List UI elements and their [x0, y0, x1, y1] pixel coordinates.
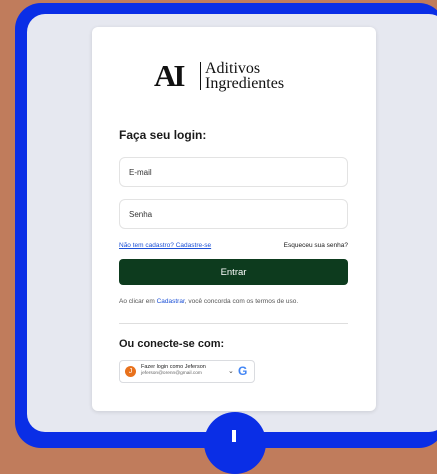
brand-mark: AI [154, 58, 186, 93]
forgot-password-link[interactable]: Esqueceu sua senha? [284, 242, 348, 249]
login-title: Faça seu login: [119, 128, 207, 142]
login-card: AI Aditivos Ingredientes Faça seu login:… [92, 27, 376, 411]
brand-name-line1: Aditivos [205, 60, 261, 77]
brand-divider [200, 62, 201, 90]
avatar: J [125, 366, 136, 377]
google-account-name: Fazer login como Jeferson [141, 364, 206, 370]
brand-name-line2: Ingredientes [205, 75, 285, 92]
social-login-title: Ou conecte-se com: [119, 338, 225, 350]
google-account-email: jeferson@orenn@gmail.com [141, 371, 202, 376]
google-icon: G [238, 364, 248, 378]
divider [119, 323, 348, 324]
brand-logo: AI Aditivos Ingredientes [154, 58, 324, 94]
chevron-down-icon: ⌄ [228, 368, 234, 375]
bottom-mark-decoration [232, 430, 236, 442]
password-field[interactable] [119, 199, 348, 229]
brand-name: Aditivos Ingredientes [205, 60, 285, 92]
terms-signup-link[interactable]: Cadastrar [157, 298, 185, 305]
terms-text: Ao clicar em Cadastrar, você concorda co… [119, 298, 298, 305]
terms-suffix: , você concorda com os termos de uso. [184, 298, 299, 305]
login-button[interactable]: Entrar [119, 259, 348, 285]
terms-prefix: Ao clicar em [119, 298, 157, 305]
email-field[interactable] [119, 157, 348, 187]
signup-link[interactable]: Não tem cadastro? Cadastre-se [119, 242, 211, 249]
bottom-circle-decoration [204, 412, 266, 474]
google-login-button[interactable]: J Fazer login como Jeferson jeferson@ore… [119, 360, 255, 383]
